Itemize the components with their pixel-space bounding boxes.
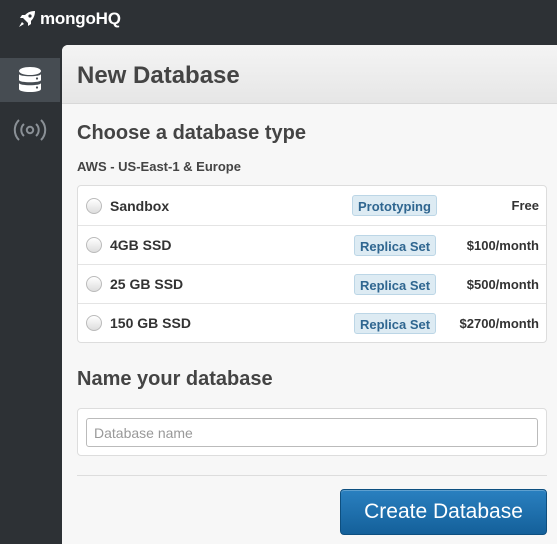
tag-badge: Replica Set <box>354 312 437 334</box>
option-4gb-ssd[interactable]: 4GB SSD Replica Set $100/month <box>78 225 546 264</box>
sidebar-item-signal[interactable] <box>0 109 60 151</box>
option-name: Sandbox <box>110 197 170 214</box>
radio-25gb-ssd[interactable] <box>86 276 102 292</box>
brand-name: mongoHQ <box>40 9 121 28</box>
option-25gb-ssd[interactable]: 25 GB SSD Replica Set $500/month <box>78 264 546 303</box>
database-name-input[interactable] <box>86 418 538 447</box>
panel-header: New Database <box>62 45 557 104</box>
option-name: 4GB SSD <box>110 237 172 253</box>
radio-4gb-ssd[interactable] <box>86 237 102 253</box>
option-price: Free <box>511 198 539 213</box>
option-sandbox[interactable]: Sandbox Prototyping Free <box>78 186 546 225</box>
name-heading: Name your database <box>77 368 273 390</box>
option-name: 150 GB SSD <box>110 315 191 331</box>
brand-logo[interactable]: mongoHQ <box>17 8 121 30</box>
option-name: 25 GB SSD <box>110 276 184 292</box>
create-database-button[interactable]: Create Database <box>340 489 547 535</box>
db-type-heading: Choose a database type <box>77 122 306 144</box>
panel-body: Choose a database type AWS - US-East-1 &… <box>77 104 547 476</box>
name-box <box>77 408 547 456</box>
new-database-panel: New Database Choose a database type AWS … <box>62 45 557 544</box>
sidebar <box>0 44 60 544</box>
sidebar-item-databases[interactable] <box>0 58 60 102</box>
tag-badge: Replica Set <box>354 273 437 295</box>
option-price: $500/month <box>466 276 539 292</box>
radio-sandbox[interactable] <box>86 197 102 214</box>
rocket-icon <box>19 11 35 27</box>
region-label: AWS - US-East-1 & Europe <box>77 159 241 174</box>
top-bar: mongoHQ <box>0 0 557 44</box>
database-icon <box>19 67 41 92</box>
db-type-options: Sandbox Prototyping Free 4GB SSD Replica… <box>77 185 547 343</box>
option-price: $2700/month <box>459 315 539 331</box>
option-price: $100/month <box>466 237 539 253</box>
tag-badge: Prototyping <box>352 195 437 216</box>
signal-icon <box>13 119 47 141</box>
page-title: New Database <box>77 62 240 89</box>
divider <box>77 475 547 476</box>
radio-150gb-ssd[interactable] <box>86 315 102 331</box>
tag-badge: Replica Set <box>354 234 437 256</box>
option-150gb-ssd[interactable]: 150 GB SSD Replica Set $2700/month <box>78 303 546 342</box>
